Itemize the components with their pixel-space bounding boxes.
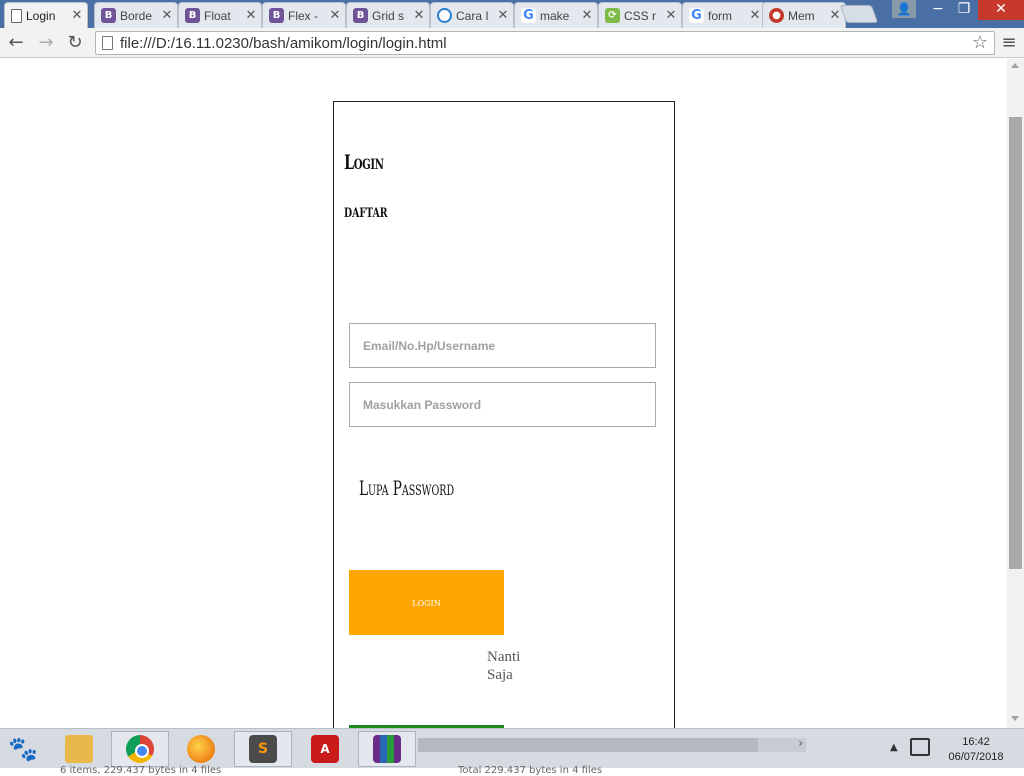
tab-title: Login [26, 8, 56, 23]
taskbar-firefox[interactable] [172, 731, 230, 767]
status-text: Total 229.437 bytes in 4 files [458, 765, 603, 776]
page-icon [102, 36, 113, 50]
tab-grid[interactable]: B Grid s ✕ [346, 2, 430, 28]
close-icon[interactable]: ✕ [161, 9, 173, 22]
tray-expand-icon[interactable]: ▲ [890, 742, 898, 753]
tab-form[interactable]: G form ✕ [682, 2, 766, 28]
tab-title: make [540, 8, 570, 23]
tab-title: CSS r [624, 8, 657, 23]
pdf-icon: A [311, 735, 339, 763]
page-viewport: Login daftar Lupa Password login Nanti S… [0, 59, 1007, 728]
tab-title: Mem [788, 8, 815, 23]
menu-icon[interactable]: ≡ [998, 31, 1020, 55]
close-icon[interactable]: ✕ [329, 9, 341, 22]
page-title: Login [344, 150, 384, 174]
address-bar[interactable]: file:///D:/16.11.0230/bash/amikom/login/… [95, 31, 995, 55]
vertical-scrollbar[interactable] [1007, 59, 1024, 728]
tab-title: form [708, 8, 732, 23]
tab-cara[interactable]: Cara I ✕ [430, 2, 514, 28]
close-icon[interactable]: ✕ [665, 9, 677, 22]
tab-title: Borde [120, 8, 153, 23]
profile-icon[interactable]: 👤 [892, 0, 916, 18]
back-icon[interactable]: ← [4, 31, 28, 55]
scrollbar-thumb[interactable] [1009, 117, 1022, 569]
scroll-up-icon[interactable] [1011, 63, 1019, 68]
cara-icon [437, 8, 452, 23]
bootstrap-icon: B [269, 8, 284, 23]
clock[interactable]: 16:42 06/07/2018 [936, 735, 1016, 765]
close-icon[interactable]: ✕ [413, 9, 425, 22]
tab-strip: Login ✕ B Borde ✕ B Float ✕ B Flex - ✕ B… [0, 0, 1024, 28]
google-icon: G [521, 8, 536, 23]
tab-title: Cara I [456, 8, 489, 23]
status-text: 6 items, 229.437 bytes in 4 files [60, 765, 222, 776]
tab-float[interactable]: B Float ✕ [178, 2, 262, 28]
close-icon[interactable]: ✕ [245, 9, 257, 22]
taskbar-explorer[interactable] [50, 731, 108, 767]
login-button[interactable]: login [349, 570, 504, 635]
forward-icon[interactable]: → [34, 31, 58, 55]
taskbar-sublime[interactable]: S [234, 731, 292, 767]
tab-title: Float [204, 8, 231, 23]
taskbar-winrar[interactable] [358, 731, 416, 767]
clock-time: 16:42 [962, 736, 990, 748]
taskbar: 🐾 S A › 6 items, 229.437 bytes in 4 file… [0, 728, 1024, 776]
restore-button[interactable]: ❐ [951, 0, 977, 20]
forgot-password-link[interactable]: Lupa Password [359, 476, 454, 500]
page-icon [11, 8, 22, 23]
network-icon[interactable] [910, 738, 930, 756]
css-icon: ⟳ [605, 8, 620, 23]
url-text: file:///D:/16.11.0230/bash/amikom/login/… [120, 35, 447, 52]
taskbar-acrobat[interactable]: A [296, 731, 354, 767]
close-icon[interactable]: ✕ [749, 9, 761, 22]
clock-date: 06/07/2018 [948, 751, 1004, 763]
minimize-button[interactable]: − [925, 0, 951, 20]
tab-borde[interactable]: B Borde ✕ [94, 2, 178, 28]
email-input[interactable] [349, 323, 656, 368]
register-link[interactable]: daftar [344, 201, 388, 222]
scrollbar-thumb[interactable] [418, 738, 758, 752]
new-tab-button[interactable] [839, 5, 879, 23]
bootstrap-icon: B [101, 8, 116, 23]
password-input[interactable] [349, 382, 656, 427]
later-link[interactable]: Nanti Saja [487, 648, 537, 684]
taskbar-chrome[interactable] [111, 731, 169, 767]
close-icon[interactable]: ✕ [71, 9, 83, 22]
bootstrap-icon: B [353, 8, 368, 23]
bootstrap-icon: B [185, 8, 200, 23]
tab-flex[interactable]: B Flex - ✕ [262, 2, 346, 28]
close-window-button[interactable]: ✕ [978, 0, 1024, 20]
tab-css[interactable]: ⟳ CSS r ✕ [598, 2, 682, 28]
bookmark-star-icon[interactable]: ☆ [972, 32, 988, 53]
close-icon[interactable]: ✕ [829, 9, 841, 22]
tab-login[interactable]: Login ✕ [4, 2, 88, 28]
tab-title: Flex - [288, 8, 318, 23]
tab-title: Grid s [372, 8, 405, 23]
tab-make[interactable]: G make ✕ [514, 2, 598, 28]
browser-toolbar: ← → ↻ file:///D:/16.11.0230/bash/amikom/… [0, 28, 1024, 58]
tab-mem[interactable]: ● Mem ✕ [762, 2, 846, 28]
chevron-right-icon[interactable]: › [798, 736, 803, 750]
close-icon[interactable]: ✕ [581, 9, 593, 22]
winrar-icon [373, 735, 401, 763]
horizontal-scrollbar[interactable]: › [418, 736, 806, 752]
scroll-down-icon[interactable] [1011, 716, 1019, 721]
close-icon[interactable]: ✕ [497, 9, 509, 22]
google-icon: G [689, 8, 704, 23]
firefox-icon [187, 735, 215, 763]
login-container: Login daftar Lupa Password login Nanti S… [333, 101, 675, 728]
start-paw-icon[interactable]: 🐾 [8, 733, 38, 765]
reload-icon[interactable]: ↻ [63, 31, 87, 55]
folder-icon [65, 735, 93, 763]
mem-icon: ● [769, 8, 784, 23]
sublime-text-icon: S [249, 735, 277, 763]
chrome-icon [126, 735, 154, 763]
